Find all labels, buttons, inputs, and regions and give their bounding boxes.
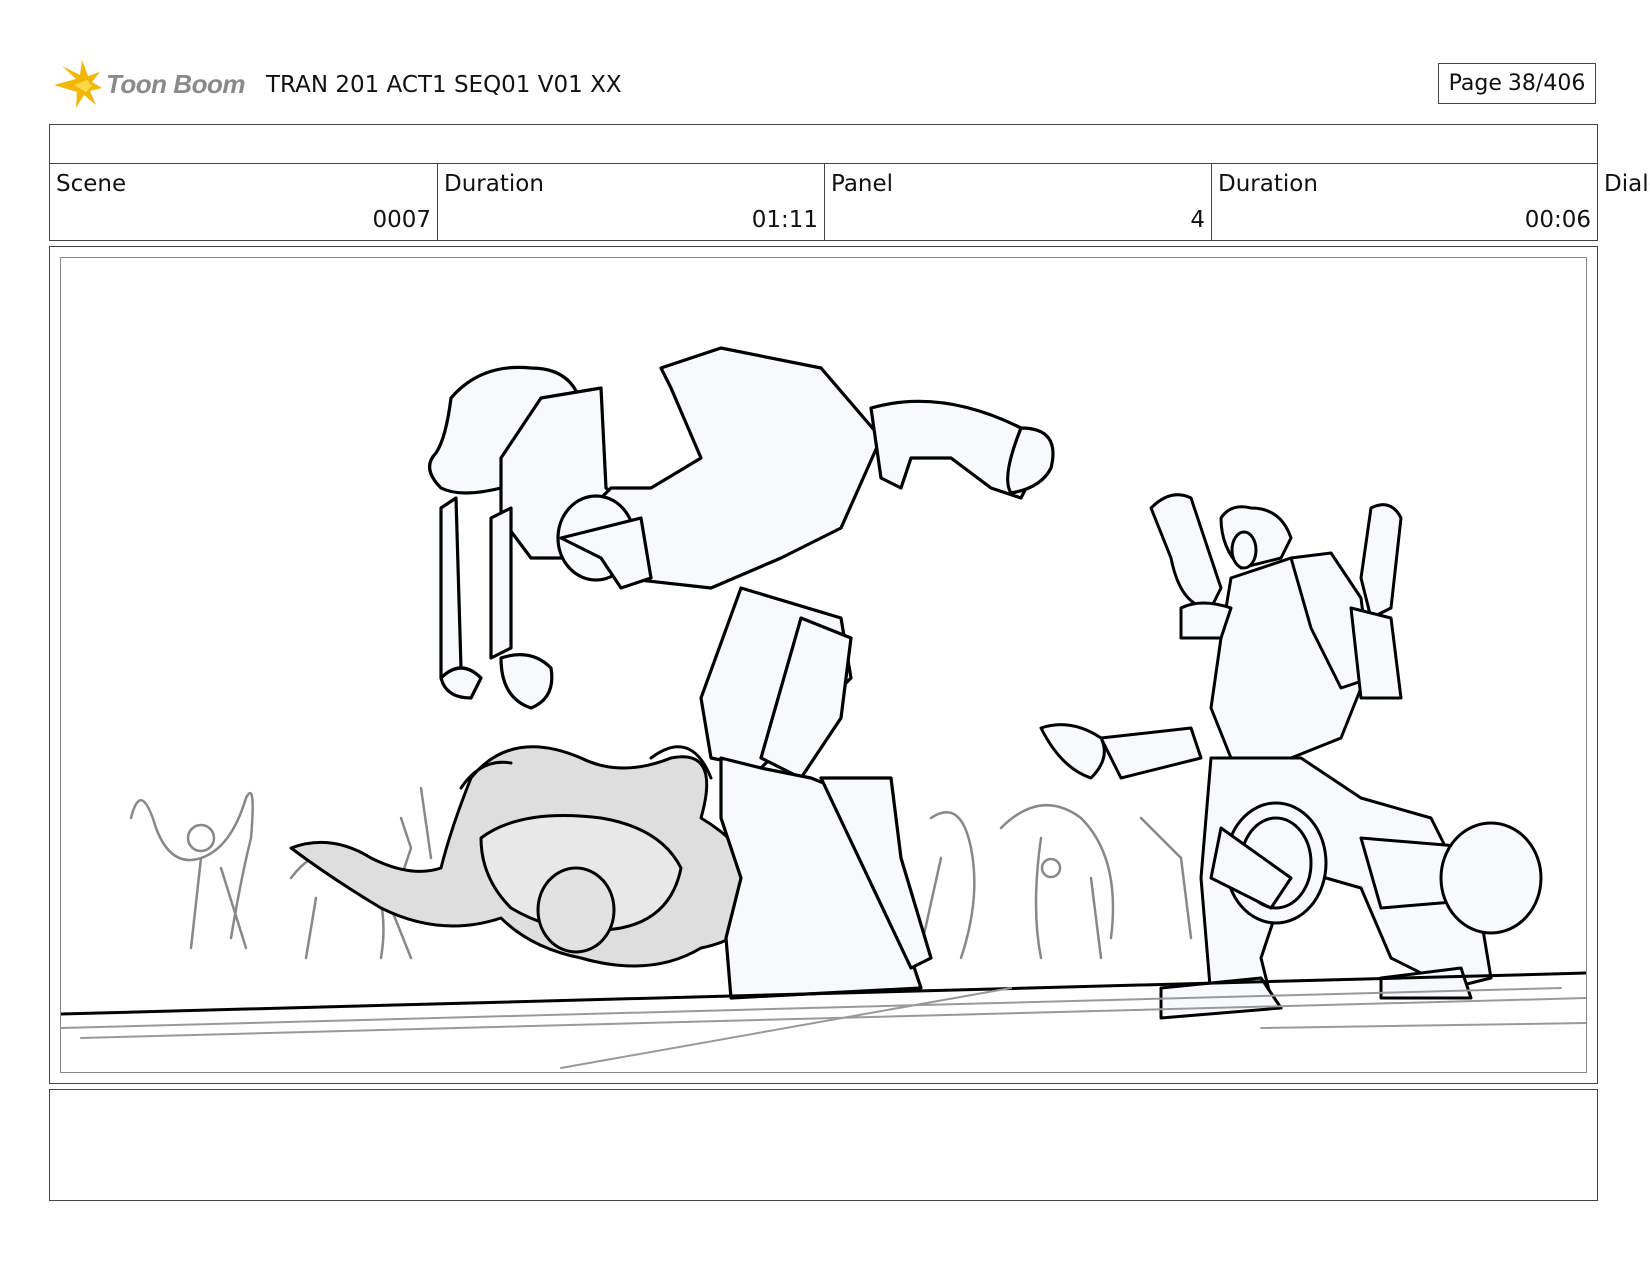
scene-duration-value: 01:11 (751, 207, 818, 233)
panel-label: Panel (831, 171, 894, 197)
panel-value: 4 (1190, 207, 1205, 233)
header-blank-row (49, 124, 1598, 164)
toon-boom-logo: Toon Boom (52, 58, 252, 112)
scene-duration-cell: Duration 01:11 (438, 164, 825, 240)
panel-duration-cell: Duration 00:06 (1212, 164, 1597, 240)
right-robot (1039, 493, 1543, 1020)
scene-duration-label: Duration (444, 171, 544, 197)
brand-name: Toon Boom (106, 69, 245, 99)
dialog-label: Dialo (1604, 171, 1650, 197)
panel-cell: Panel 4 (825, 164, 1212, 240)
page-label: Page (1448, 71, 1502, 96)
storyboard-frame (49, 246, 1598, 1084)
panel-info-row: Scene 0007 Duration 01:11 Panel 4 Durati… (49, 163, 1598, 241)
toon-boom-flame-icon (54, 60, 102, 108)
scene-label: Scene (56, 171, 127, 197)
page-number: 38/406 (1507, 71, 1586, 96)
storyboard-sketch (61, 346, 1586, 1069)
scene-cell: Scene 0007 (50, 164, 438, 240)
panel-notes-box (49, 1089, 1598, 1201)
scene-value: 0007 (372, 207, 431, 233)
document-title: TRAN 201 ACT1 SEQ01 V01 XX (266, 72, 622, 98)
panel-duration-label: Duration (1218, 171, 1318, 197)
fallen-robot (289, 745, 773, 968)
page-counter: Page 38/406 (1438, 63, 1596, 104)
storyboard-panel-image (60, 257, 1587, 1073)
panel-duration-value: 00:06 (1524, 207, 1591, 233)
